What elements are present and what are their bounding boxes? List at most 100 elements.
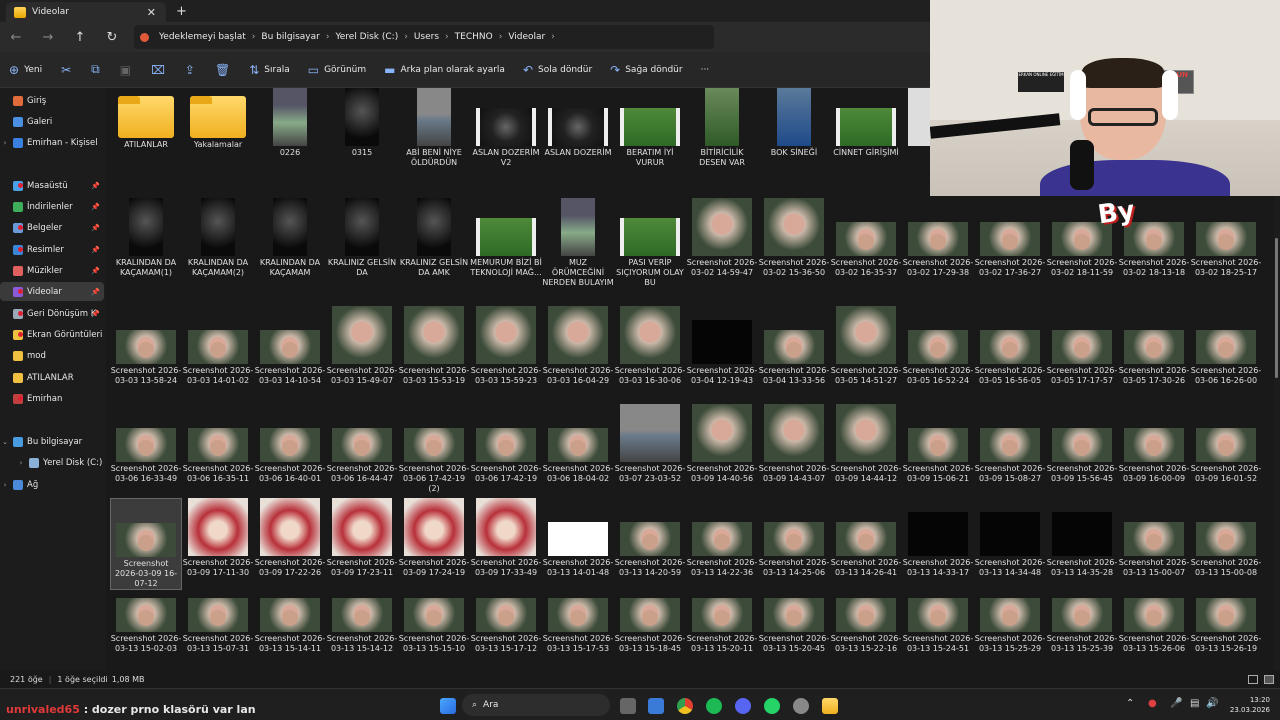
file-item[interactable]: Screenshot 2026-03-02 18-25-17 (1190, 198, 1262, 278)
file-item[interactable]: Screenshot 2026-03-13 14-33-17 (902, 498, 974, 578)
obs-icon[interactable] (793, 698, 809, 714)
file-item[interactable]: KRALINIZ GELSİN DA (326, 198, 398, 278)
file-item[interactable]: Screenshot 2026-03-13 15-07-31 (182, 596, 254, 654)
breadcrumb-item[interactable]: TECHNO (455, 32, 493, 42)
file-item[interactable]: Screenshot 2026-03-03 13-58-24 (110, 306, 182, 386)
breadcrumb-chevron-icon[interactable]: › (252, 32, 256, 42)
spotify-icon[interactable] (706, 698, 722, 714)
file-item[interactable]: Screenshot 2026-03-04 12-19-43 (686, 306, 758, 386)
breadcrumb-item[interactable]: Videolar (508, 32, 545, 42)
file-item[interactable]: Screenshot 2026-03-05 17-17-57 (1046, 306, 1118, 386)
sidebar-item[interactable]: İndirilenler 📌 (0, 197, 104, 216)
expand-chevron-icon[interactable]: ⌄ (0, 438, 10, 446)
store-icon[interactable] (648, 698, 664, 714)
file-item[interactable]: ATILANLAR (110, 88, 182, 150)
rotate-right-button[interactable]: ↷ Sağa döndür (610, 63, 682, 77)
sidebar-item[interactable]: Belgeler 📌 (0, 218, 104, 237)
file-item[interactable]: Screenshot 2026-03-02 15-36-50 (758, 198, 830, 278)
file-item[interactable]: Screenshot 2026-03-13 15-22-16 (830, 596, 902, 654)
tab-videolar[interactable]: Videolar ✕ (6, 2, 166, 22)
sidebar-item[interactable]: Galeri (0, 112, 104, 131)
forward-button[interactable]: → (32, 30, 64, 45)
file-item[interactable]: Screenshot 2026-03-13 15-14-11 (254, 596, 326, 654)
file-item[interactable]: 0315 (326, 88, 398, 158)
file-item[interactable]: MEMURUM BİZİ Bİ TEKNOLOJİ MAĞ... (470, 198, 542, 278)
file-item[interactable]: Screenshot 2026-03-09 17-22-26 (254, 498, 326, 578)
scrollbar-thumb[interactable] (1275, 238, 1278, 378)
file-item[interactable]: Screenshot 2026-03-13 15-18-45 (614, 596, 686, 654)
more-options-button[interactable]: ··· (701, 65, 710, 75)
file-item[interactable]: Screenshot 2026-03-13 15-15-10 (398, 596, 470, 654)
start-icon[interactable] (440, 698, 456, 714)
file-item[interactable]: Screenshot 2026-03-13 15-24-51 (902, 596, 974, 654)
file-item[interactable]: Screenshot 2026-03-13 15-25-39 (1046, 596, 1118, 654)
file-item[interactable]: Screenshot 2026-03-09 15-56-45 (1046, 404, 1118, 484)
file-item[interactable]: Screenshot 2026-03-03 16-30-06 (614, 306, 686, 386)
file-item[interactable]: Screenshot 2026-03-13 15-00-07 (1118, 498, 1190, 578)
breadcrumb-chevron-icon[interactable]: › (326, 32, 330, 42)
file-item[interactable]: Screenshot 2026-03-13 15-17-12 (470, 596, 542, 654)
file-item[interactable]: KRALINDAN DA KAÇAMAM(1) (110, 198, 182, 278)
file-item[interactable]: Screenshot 2026-03-09 17-11-30 (182, 498, 254, 578)
file-item[interactable]: Screenshot 2026-03-13 15-00-08 (1190, 498, 1262, 578)
microphone-icon[interactable]: 🎤 (1170, 698, 1182, 709)
tray-app-icon[interactable]: ● (1148, 698, 1157, 709)
file-item[interactable]: Screenshot 2026-03-02 16-35-37 (830, 198, 902, 278)
file-item[interactable]: Screenshot 2026-03-04 13-33-56 (758, 306, 830, 386)
file-item[interactable]: Screenshot 2026-03-06 17-42-19 (470, 404, 542, 484)
file-explorer-taskbar-icon[interactable] (822, 698, 838, 714)
whatsapp-icon[interactable] (764, 698, 780, 714)
taskbar-search[interactable]: ⌕ Ara (462, 694, 610, 716)
file-item[interactable]: ASLAN DOZERİM V2 (470, 88, 542, 168)
file-item[interactable]: Screenshot 2026-03-06 17-42-19 (2) (398, 404, 470, 494)
breadcrumb-item[interactable]: Yerel Disk (C:) (335, 32, 398, 42)
set-background-button[interactable]: ▬ Arka plan olarak ayarla (384, 63, 505, 77)
file-item[interactable]: Screenshot 2026-03-03 15-59-23 (470, 306, 542, 386)
file-item[interactable]: Screenshot 2026-03-13 14-35-28 (1046, 498, 1118, 578)
file-item[interactable]: Screenshot 2026-03-03 16-04-29 (542, 306, 614, 386)
breadcrumb-item[interactable]: Users (414, 32, 439, 42)
breadcrumb-chevron-icon[interactable]: › (445, 32, 449, 42)
breadcrumb-item[interactable]: Yedeklemeyi başlat (159, 32, 246, 42)
file-item[interactable]: ASLAN DOZERİM (542, 88, 614, 158)
file-item[interactable]: Screenshot 2026-03-09 14-40-56 (686, 404, 758, 484)
expand-chevron-icon[interactable]: › (16, 459, 26, 467)
details-view-icon[interactable] (1248, 674, 1258, 684)
file-item[interactable]: KRALINDAN DA KAÇAMAM(2) (182, 198, 254, 278)
cut-icon[interactable]: ✂ (61, 63, 71, 77)
file-item[interactable]: MUZ ÖRÜMCEĞİNİ NERDEN BULAYIM (542, 198, 614, 288)
sidebar-item[interactable]: Resimler 📌 (0, 240, 104, 259)
paste-icon[interactable]: ▣ (120, 63, 131, 77)
delete-icon[interactable]: 🗑 (215, 63, 230, 77)
file-item[interactable]: Screenshot 2026-03-13 15-25-29 (974, 596, 1046, 654)
network-icon[interactable]: ▤ (1190, 698, 1199, 709)
file-item[interactable]: Screenshot 2026-03-06 16-44-47 (326, 404, 398, 484)
file-item[interactable]: Screenshot 2026-03-05 16-52-24 (902, 306, 974, 386)
close-tab-icon[interactable]: ✕ (147, 6, 156, 19)
file-item[interactable]: Screenshot 2026-03-07 23-03-52 (614, 404, 686, 484)
file-item[interactable]: Screenshot 2026-03-09 15-08-27 (974, 404, 1046, 484)
file-item[interactable]: Screenshot 2026-03-09 14-43-07 (758, 404, 830, 484)
sidebar-item[interactable]: Masaüstü 📌 (0, 176, 104, 195)
file-item[interactable]: Screenshot 2026-03-09 16-01-52 (1190, 404, 1262, 484)
refresh-button[interactable]: ↻ (96, 30, 128, 45)
file-item[interactable]: Screenshot 2026-03-03 14-01-02 (182, 306, 254, 386)
sidebar-item[interactable]: Ekran Görüntüleri (0, 325, 104, 344)
file-item[interactable]: Screenshot 2026-03-06 18-04-02 (542, 404, 614, 484)
rotate-left-button[interactable]: ↶ Sola döndür (523, 63, 592, 77)
file-item[interactable]: Screenshot 2026-03-13 14-34-48 (974, 498, 1046, 578)
file-item[interactable]: CİNNET GİRİŞİMİ (830, 88, 902, 158)
file-item[interactable]: Screenshot 2026-03-09 17-33-49 (470, 498, 542, 578)
file-item[interactable]: Screenshot 2026-03-03 15-53-19 (398, 306, 470, 386)
task-view-icon[interactable] (620, 698, 636, 714)
file-item[interactable]: KRALINDAN DA KAÇAMAM (254, 198, 326, 278)
rename-icon[interactable]: ⌧ (151, 63, 165, 77)
chrome-icon[interactable] (677, 698, 693, 714)
file-item[interactable]: Screenshot 2026-03-06 16-35-11 (182, 404, 254, 484)
file-item[interactable]: Yakalamalar (182, 88, 254, 150)
file-item[interactable]: BOK SİNEĞİ (758, 88, 830, 158)
file-item[interactable]: Screenshot 2026-03-09 15-06-21 (902, 404, 974, 484)
sidebar-item[interactable]: Geri Dönüşüm K 📌 (0, 304, 104, 323)
sidebar-item[interactable]: › Ağ (0, 475, 104, 494)
file-item[interactable]: BİTİRİCİLİK DESEN VAR (686, 88, 758, 168)
